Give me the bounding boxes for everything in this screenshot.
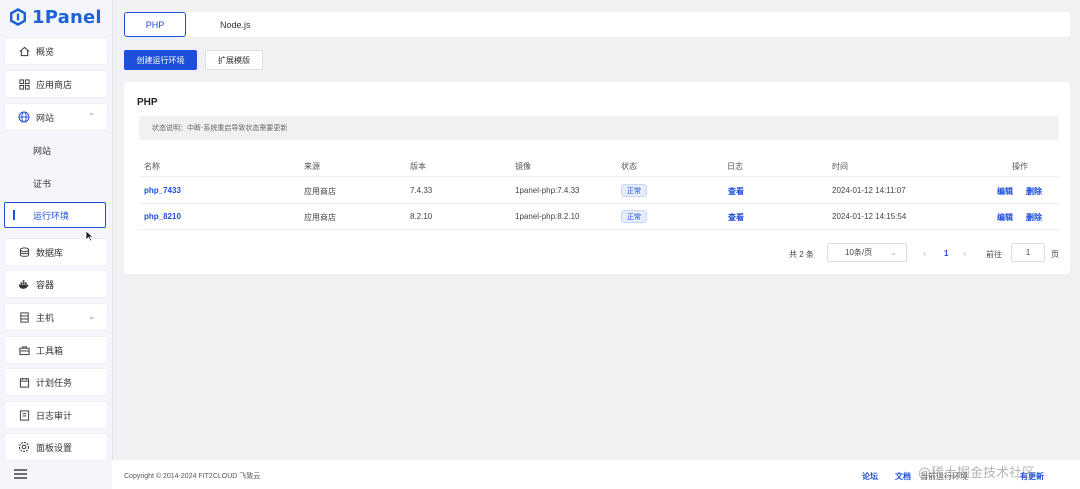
source-cell: 应用商店 (304, 213, 336, 222)
runtime-tabs: PHP Node.js (124, 12, 1070, 37)
sidebar-item-toolbox[interactable]: 工具箱 (5, 337, 107, 363)
page-size-value: 10条/页 (845, 248, 873, 257)
active-indicator (13, 210, 15, 220)
row-divider (139, 203, 1059, 204)
docs-link[interactable]: 文档 (895, 471, 911, 482)
sidebar-item-label: 计划任务 (36, 377, 73, 388)
sidebar-item-label: 数据库 (36, 247, 64, 258)
sidebar-item-settings[interactable]: 面板设置 (5, 434, 107, 460)
chevron-up-icon: ⌃ (88, 112, 95, 121)
goto-label: 前往 (986, 250, 1002, 259)
header-divider (139, 176, 1059, 177)
sidebar-item-cron[interactable]: 计划任务 (5, 369, 107, 395)
sidebar-item-label: 容器 (36, 279, 55, 290)
logo[interactable]: 1Panel (8, 6, 102, 28)
toolbox-icon (18, 344, 30, 356)
sidebar-item-container[interactable]: 容器 (5, 271, 107, 297)
delete-link[interactable]: 删除 (1026, 212, 1042, 223)
view-log-link[interactable]: 查看 (728, 212, 744, 223)
next-page-icon[interactable]: › (963, 248, 966, 258)
sidebar-subitem-websites[interactable]: 网站 (5, 137, 107, 163)
sidebar-subitem-runtime[interactable]: 运行环境 (4, 202, 106, 228)
sidebar: 1Panel 概览 应用商店 网站 ⌃ 网站 证书 运行环境 数据库 容器 主机… (0, 0, 113, 489)
tab-nodejs[interactable]: Node.js (220, 12, 251, 37)
mouse-cursor-icon (85, 230, 94, 244)
prev-page-icon[interactable]: ‹ (923, 248, 926, 258)
goto-page-input[interactable]: 1 (1011, 243, 1045, 262)
copyright-text: Copyright © 2014-2024 FIT2CLOUD 飞致云 (124, 473, 261, 480)
edit-link[interactable]: 编辑 (997, 186, 1013, 197)
source-cell: 应用商店 (304, 187, 336, 196)
time-cell: 2024-01-12 14:15:54 (832, 212, 907, 221)
forum-link[interactable]: 论坛 (862, 471, 878, 482)
goto-unit: 页 (1051, 250, 1059, 259)
column-header-source: 来源 (304, 162, 320, 171)
server-icon (18, 311, 30, 323)
extension-templates-button[interactable]: 扩展模版 (205, 50, 263, 70)
page-size-select[interactable]: 10条/页 ⌄ (827, 243, 907, 262)
menu-toggle-icon[interactable] (14, 469, 27, 481)
column-header-actions: 操作 (1012, 162, 1028, 171)
runtime-card: PHP 状态说明：中断-系统重启导致状态需要更新 名称 来源 版本 镜像 状态 … (124, 82, 1070, 274)
sidebar-item-label: 主机 (36, 312, 55, 323)
sidebar-item-log-audit[interactable]: 日志审计 (5, 402, 107, 428)
chevron-down-icon: ⌄ (88, 312, 95, 321)
sidebar-item-label: 应用商店 (36, 79, 73, 90)
settings-icon (18, 441, 30, 453)
version-cell: 7.4.33 (410, 186, 433, 195)
chevron-down-icon: ⌄ (890, 248, 897, 257)
create-runtime-button[interactable]: 创建运行环境 (124, 50, 197, 70)
status-badge: 正常 (621, 184, 647, 197)
sidebar-item-website[interactable]: 网站 ⌃ (5, 104, 107, 130)
home-icon (18, 45, 30, 57)
sidebar-item-label: 运行环境 (33, 210, 70, 221)
runtime-name-link[interactable]: php_7433 (144, 186, 181, 195)
globe-icon (18, 111, 30, 123)
page-number[interactable]: 1 (944, 249, 948, 258)
status-notice-text: 状态说明：中断-系统重启导致状态需要更新 (152, 125, 288, 132)
card-title: PHP (137, 97, 158, 108)
sidebar-subitem-certificates[interactable]: 证书 (5, 170, 107, 196)
tab-php[interactable]: PHP (124, 12, 186, 37)
sidebar-item-label: 网站 (36, 112, 55, 123)
calendar-icon (18, 376, 30, 388)
image-cell: 1panel-php:8.2.10 (515, 212, 580, 221)
column-header-name: 名称 (144, 162, 160, 171)
column-header-status: 状态 (621, 162, 637, 171)
version-cell: 8.2.10 (410, 212, 433, 221)
sidebar-item-overview[interactable]: 概览 (5, 38, 107, 64)
status-notice: 状态说明：中断-系统重启导致状态需要更新 (139, 116, 1059, 140)
delete-link[interactable]: 删除 (1026, 186, 1042, 197)
sidebar-item-label: 证书 (33, 178, 52, 189)
view-log-link[interactable]: 查看 (728, 186, 744, 197)
sidebar-item-label: 面板设置 (36, 442, 73, 453)
sidebar-item-label: 工具箱 (36, 345, 64, 356)
database-icon (18, 246, 30, 258)
grid-icon (18, 78, 30, 90)
logo-icon (10, 8, 26, 26)
column-header-time: 时间 (832, 162, 848, 171)
image-cell: 1panel-php:7.4.33 (515, 186, 580, 195)
time-cell: 2024-01-12 14:11:07 (832, 186, 906, 195)
runtime-name-link[interactable]: php_8210 (144, 212, 181, 221)
column-header-image: 镜像 (515, 162, 531, 171)
sidebar-item-app-store[interactable]: 应用商店 (5, 71, 107, 97)
brand-name: 1Panel (32, 6, 102, 28)
column-header-log: 日志 (727, 162, 743, 171)
sidebar-item-host[interactable]: 主机 ⌄ (5, 304, 107, 330)
log-icon (18, 409, 30, 421)
sidebar-item-label: 概览 (36, 46, 55, 57)
sidebar-item-label: 日志审计 (36, 410, 73, 421)
pagination-total: 共 2 条 (789, 250, 814, 259)
row-divider (139, 229, 1059, 230)
watermark: @稀土掘金技术社区 (918, 466, 1036, 481)
edit-link[interactable]: 编辑 (997, 212, 1013, 223)
docker-icon (18, 278, 30, 290)
status-badge: 正常 (621, 210, 647, 223)
sidebar-item-label: 网站 (33, 145, 52, 156)
column-header-version: 版本 (410, 162, 426, 171)
